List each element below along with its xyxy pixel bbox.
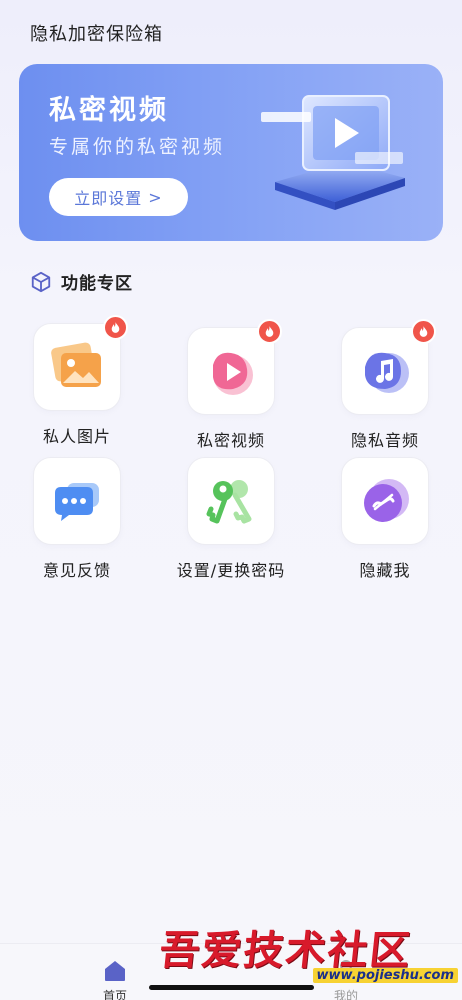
feature-private-audio[interactable]: 隐私音频	[310, 319, 460, 451]
feature-label: 私人图片	[42, 427, 111, 446]
hot-badge	[103, 315, 128, 340]
cube-icon	[31, 271, 51, 292]
eye-hide-icon	[364, 479, 409, 522]
feature-label: 设置/更换密码	[176, 561, 286, 580]
feature-label: 隐私音频	[350, 431, 419, 450]
feature-hide-me[interactable]: 隐藏我	[310, 457, 460, 581]
home-indicator[interactable]	[149, 985, 314, 990]
banner-title: 私密视频	[49, 95, 169, 126]
home-icon	[105, 961, 125, 981]
video-screen-illustration	[261, 95, 405, 210]
watermark: 吾爱技术社区 www.pojieshu.com	[157, 918, 462, 990]
tab-home[interactable]: 首页	[85, 958, 145, 1000]
feature-label: 隐藏我	[359, 561, 411, 580]
video-play-icon	[213, 352, 253, 395]
section-title: 功能专区	[61, 274, 133, 294]
setup-now-button[interactable]: 立即设置 >	[49, 178, 188, 216]
feature-label: 私密视频	[196, 431, 265, 450]
watermark-url: www.pojieshu.com	[312, 968, 458, 983]
photo-icon	[51, 342, 101, 387]
feature-label: 意见反馈	[42, 561, 111, 580]
tab-home-label: 首页	[102, 989, 127, 1000]
chat-bubble-icon	[55, 483, 99, 521]
feature-feedback[interactable]: 意见反馈	[2, 457, 152, 581]
feature-icon-box[interactable]	[33, 315, 128, 411]
section-header: 功能专区	[30, 269, 133, 294]
music-note-icon	[365, 352, 409, 393]
flame-icon	[419, 326, 428, 337]
setup-now-label: 立即设置	[74, 189, 143, 208]
feature-private-videos[interactable]: 私密视频	[156, 319, 306, 451]
feature-icon-box[interactable]	[341, 319, 436, 415]
key-icon	[206, 480, 252, 524]
chevron-right-icon: >	[148, 187, 163, 207]
feature-icon-box[interactable]	[187, 457, 275, 545]
feature-private-photos[interactable]: 私人图片	[2, 315, 152, 447]
app-title: 隐私加密保险箱	[30, 24, 163, 45]
hot-badge	[257, 319, 282, 344]
feature-icon-box[interactable]	[187, 319, 282, 415]
feature-icon-box[interactable]	[33, 457, 121, 545]
feature-change-password[interactable]: 设置/更换密码	[156, 457, 306, 581]
flame-icon	[265, 326, 274, 337]
banner-subtitle: 专属你的私密视频	[49, 136, 226, 158]
flame-icon	[111, 322, 120, 333]
promo-banner[interactable]: 私密视频 专属你的私密视频 立即设置 >	[19, 64, 443, 241]
feature-icon-box[interactable]	[341, 457, 429, 545]
hot-badge	[411, 319, 436, 344]
